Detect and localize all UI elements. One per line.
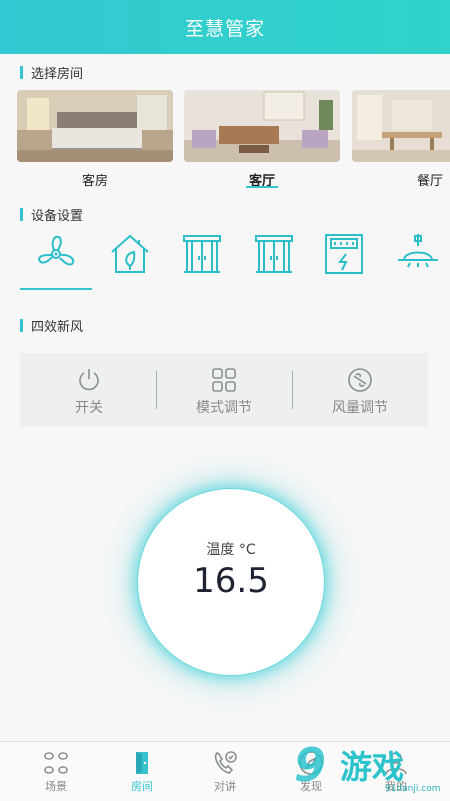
divider xyxy=(156,371,157,409)
tab-intercom[interactable]: 对讲 xyxy=(185,742,265,801)
watermark-number: 9 xyxy=(294,738,327,792)
fan-speed-button[interactable]: 风量调节 xyxy=(300,353,420,427)
section-marker xyxy=(20,208,23,221)
room-photo-guest xyxy=(17,90,173,162)
tab-scene[interactable]: 场景 xyxy=(16,742,96,801)
power-panel-icon xyxy=(325,234,363,274)
fresh-air-section-label: 四效新风 xyxy=(31,320,84,335)
section-marker xyxy=(20,319,23,332)
phone-icon xyxy=(214,751,237,774)
device-curtain-1[interactable] xyxy=(166,230,238,288)
room-card-dining[interactable]: 餐厅 xyxy=(352,90,450,189)
device-power-panel[interactable] xyxy=(308,230,380,288)
section-marker xyxy=(20,66,23,79)
room-card-guest[interactable]: 客房 xyxy=(17,90,173,189)
app-title: 至慧管家 xyxy=(184,17,265,40)
tab-label: 房间 xyxy=(131,780,153,793)
room-label: 餐厅 xyxy=(416,174,443,189)
device-fan[interactable] xyxy=(20,230,92,288)
temperature-dial[interactable]: 温度 °C 16.5 xyxy=(137,488,325,676)
home-icon xyxy=(111,234,149,273)
device-ceiling-lamp[interactable] xyxy=(382,230,450,288)
mode-button[interactable]: 模式调节 xyxy=(164,353,284,427)
fan-icon xyxy=(37,235,75,266)
watermark-text: 游戏 xyxy=(340,748,405,786)
curtain-icon xyxy=(255,235,293,273)
fresh-air-control-panel: 开关 模式调节 风量调节 xyxy=(20,353,428,427)
door-icon xyxy=(136,752,148,774)
curtain-icon xyxy=(183,235,221,273)
fresh-air-section-title: 四效新风 xyxy=(20,316,83,335)
rooms-section-label: 选择房间 xyxy=(31,67,84,82)
ceiling-lamp-icon xyxy=(398,234,438,268)
room-label: 客房 xyxy=(81,174,108,189)
power-button[interactable]: 开关 xyxy=(29,353,149,427)
room-photo-living xyxy=(184,90,340,162)
device-home[interactable] xyxy=(94,230,166,288)
power-icon xyxy=(79,369,99,391)
divider xyxy=(292,371,293,409)
devices-section-label: 设备设置 xyxy=(31,209,84,224)
device-selector xyxy=(0,230,450,292)
room-card-living[interactable]: 客厅 xyxy=(184,90,340,189)
temperature-value: 16.5 xyxy=(193,561,269,601)
room-carousel[interactable]: 客房 客厅 餐厅 xyxy=(17,90,450,190)
device-selected-indicator xyxy=(20,288,92,290)
fan-speed-label: 风量调节 xyxy=(332,400,388,416)
mode-label: 模式调节 xyxy=(196,400,252,416)
rooms-section-title: 选择房间 xyxy=(20,63,83,82)
site-watermark: 9 游戏 91danji.com xyxy=(294,738,450,800)
room-selected-indicator xyxy=(246,186,278,188)
tab-label: 对讲 xyxy=(214,780,236,793)
app-header: 至慧管家 xyxy=(0,0,450,54)
room-photo-dining xyxy=(352,90,450,162)
grid-icon xyxy=(44,752,68,774)
temperature-label: 温度 °C xyxy=(206,542,256,558)
devices-section-title: 设备设置 xyxy=(20,205,83,224)
power-label: 开关 xyxy=(75,400,103,416)
fan-speed-icon xyxy=(348,368,372,392)
mode-icon xyxy=(212,368,236,392)
tab-label: 场景 xyxy=(45,780,67,793)
tab-room[interactable]: 房间 xyxy=(102,742,182,801)
device-curtain-2[interactable] xyxy=(238,230,310,288)
watermark-site: 91danji.com xyxy=(385,784,441,794)
